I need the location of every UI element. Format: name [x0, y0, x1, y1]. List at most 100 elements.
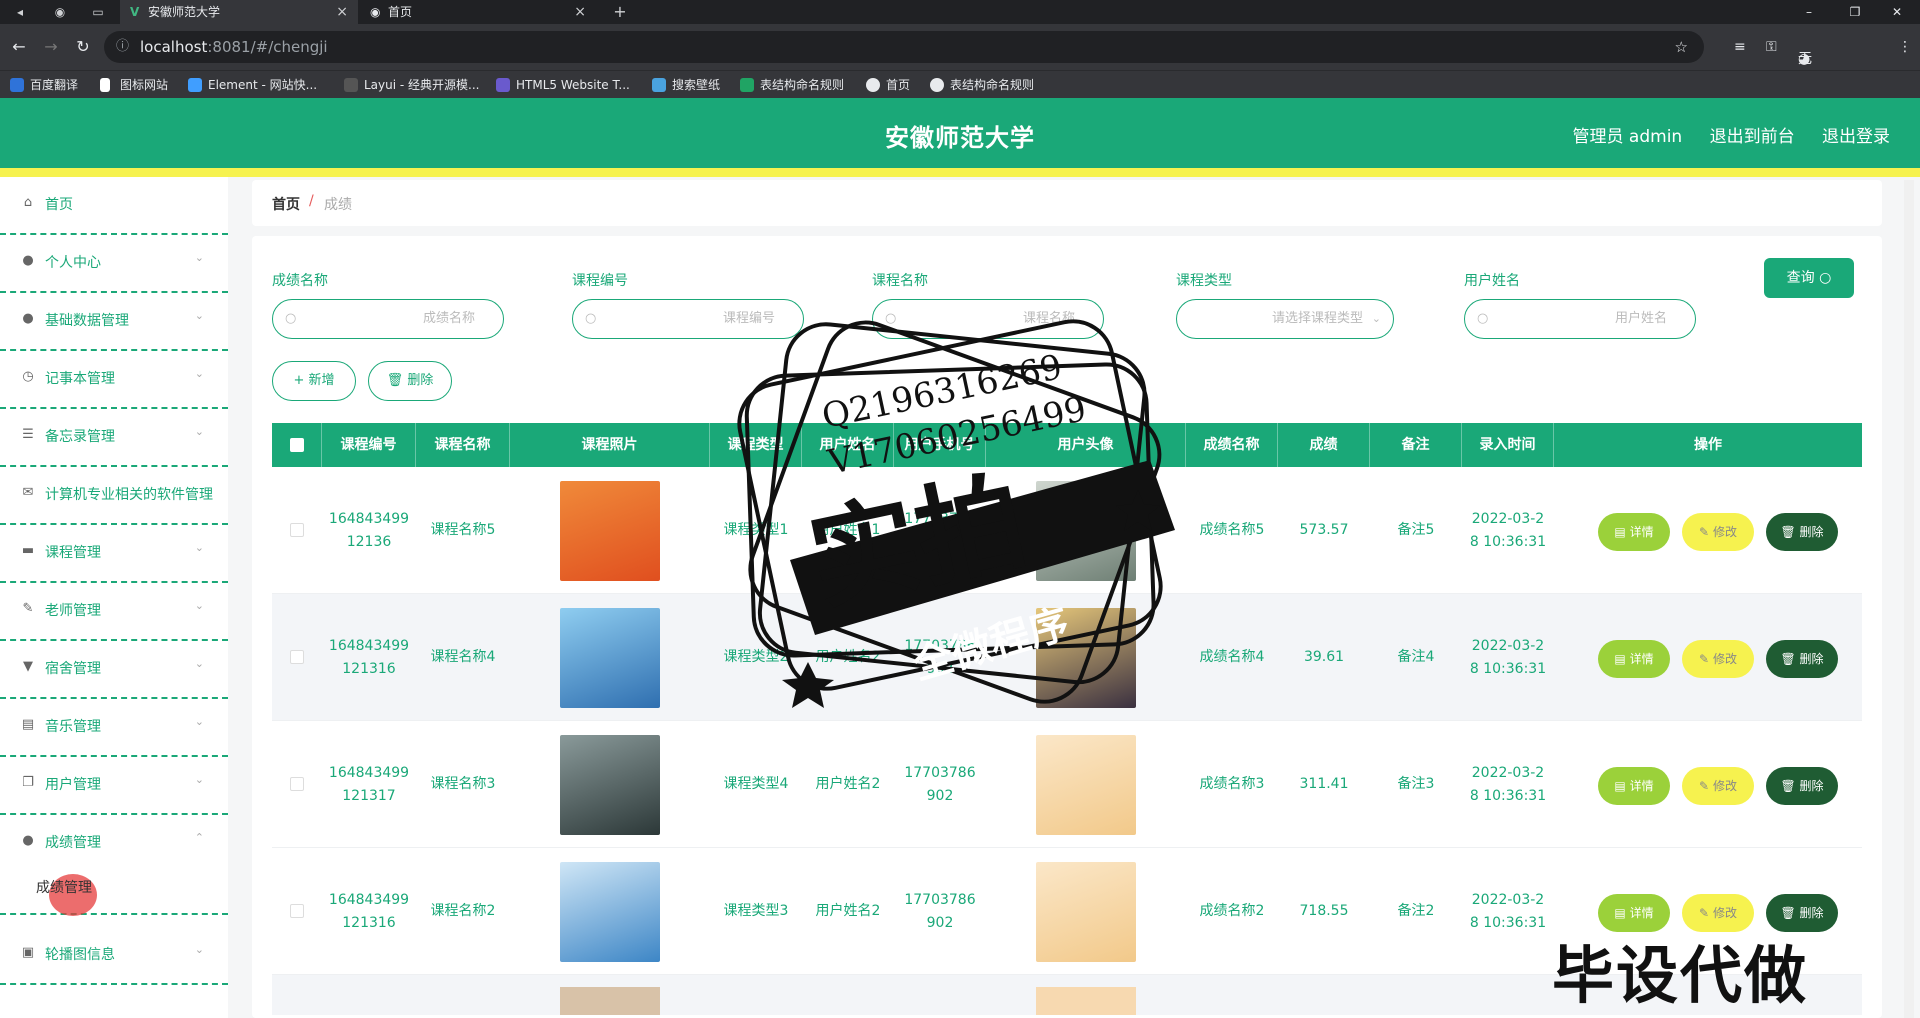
user-avatar[interactable] [1036, 480, 1136, 581]
col-header: 课程名称 [416, 423, 510, 467]
detail-button[interactable]: ▤ 详情 [1598, 640, 1670, 678]
user-avatar[interactable] [1036, 734, 1136, 835]
note-cell: 备注4 [1397, 649, 1435, 665]
course-code-input[interactable]: ○ 课程编号 [572, 299, 804, 339]
user-phone-cell: 17703786 902 [904, 764, 976, 804]
course-photo[interactable] [560, 480, 660, 581]
bookmark-item[interactable]: Layui - 经典开源模... [344, 76, 479, 94]
filter-label: 课程名称 [872, 273, 928, 289]
trophy-icon: ▼ [23, 659, 33, 674]
detail-button[interactable]: ▤ 详情 [1598, 513, 1670, 551]
watermark-bottom: 毕设代做 [1552, 939, 1809, 1012]
course-type-select[interactable]: 请选择课程类型 ⌄ [1176, 299, 1394, 339]
detail-button[interactable]: ▤ 详情 [1598, 767, 1670, 805]
table-row: 164843499 12136 课程名称5 课程类型1 用户姓名1 177037… [272, 467, 1862, 594]
bookmark-item[interactable]: 搜索壁纸 [652, 76, 720, 94]
minimize-button[interactable]: – [1786, 0, 1832, 24]
translate-icon [10, 78, 24, 92]
bookmark-item[interactable]: 百度翻译 [10, 76, 78, 94]
sidebar-item-software[interactable]: ✉ 计算机专业相关的软件管理 [0, 467, 228, 525]
grade-name-input[interactable]: ○ 成绩名称 [272, 299, 504, 339]
course-photo[interactable] [560, 987, 660, 1015]
course-photo[interactable] [560, 861, 660, 962]
row-checkbox[interactable] [290, 650, 304, 664]
playlist-icon[interactable]: ≡ [1734, 36, 1746, 58]
sidebar-item-course[interactable]: ▬ 课程管理 ⌄ [0, 525, 228, 583]
detail-icon: ▤ [1614, 906, 1626, 920]
back-icon[interactable]: ← [8, 36, 30, 58]
close-icon[interactable]: × [574, 0, 586, 24]
new-tab-button[interactable]: + [612, 4, 628, 20]
sidebar-item-dorm[interactable]: ▼ 宿舍管理 ⌄ [0, 641, 228, 699]
row-checkbox[interactable] [290, 523, 304, 537]
address-bar[interactable]: ⓘ localhost:8081/#/chengji ☆ [104, 31, 1704, 63]
sidebar-item-memo[interactable]: ☰ 备忘录管理 ⌄ [0, 409, 228, 467]
scrollbar[interactable] [1904, 180, 1914, 1018]
logout-link[interactable]: 退出登录 [1822, 127, 1890, 147]
row-check-cell [272, 721, 322, 848]
course-type-cell: 课程类型4 [723, 776, 789, 792]
select-all-checkbox[interactable] [290, 438, 304, 452]
sidebar-item-carousel[interactable]: ▣ 轮播图信息 ⌄ [0, 927, 228, 985]
grade-name-cell: 成绩名称4 [1199, 649, 1265, 665]
delete-button[interactable]: 🗑 删除 [1766, 767, 1838, 805]
sidebar-item-grades[interactable]: ● 成绩管理 ⌃ [0, 815, 228, 873]
sidebar-item-notebook[interactable]: ◷ 记事本管理 ⌄ [0, 351, 228, 409]
edit-button[interactable]: ✎ 修改 [1682, 640, 1754, 678]
table-row: 164843499 121317 课程名称3 课程类型4 用户姓名2 17703… [272, 721, 1862, 848]
add-button[interactable]: + 新增 [272, 361, 356, 401]
sidebar-item-teacher[interactable]: ✎ 老师管理 ⌄ [0, 583, 228, 641]
globe-icon[interactable]: ◉ [52, 4, 68, 20]
bookmark-item[interactable]: Element - 网站快... [188, 76, 317, 94]
row-checkbox[interactable] [290, 904, 304, 918]
bookmark-item[interactable]: 图标网站 [100, 76, 168, 94]
close-icon[interactable]: × [336, 0, 348, 24]
sidebar-subitem-grades[interactable]: 成绩管理 [36, 877, 92, 897]
breadcrumb-separator: / [309, 193, 314, 209]
delete-button[interactable]: 🗑 删除 [1766, 640, 1838, 678]
course-name-cell: 课程名称3 [430, 776, 496, 792]
maximize-button[interactable]: ❐ [1832, 0, 1878, 24]
row-checkbox[interactable] [290, 777, 304, 791]
chevron-down-icon: ⌄ [194, 367, 204, 380]
sidebar-item-music[interactable]: ▤ 音乐管理 ⌄ [0, 699, 228, 757]
bookmark-item[interactable]: 首页 [866, 76, 910, 94]
breadcrumb-current: 成绩 [324, 197, 352, 213]
clock-icon: ◷ [22, 369, 34, 384]
user-avatar[interactable] [1036, 861, 1136, 962]
admin-label: 管理员 admin [1572, 127, 1683, 147]
course-name-input[interactable]: ○ 课程名称 [872, 299, 1104, 339]
query-button[interactable]: 查询 ○ [1764, 258, 1854, 298]
sidebar-item-home[interactable]: ⌂ 首页 [0, 177, 228, 235]
window-icon[interactable]: ▭ [90, 4, 106, 20]
user-name-input[interactable]: ○ 用户姓名 [1464, 299, 1696, 339]
reload-icon[interactable]: ↻ [72, 36, 94, 58]
course-photo[interactable] [560, 607, 660, 708]
breadcrumb-home[interactable]: 首页 [272, 194, 300, 214]
user-avatar[interactable] [1036, 987, 1136, 1015]
to-front-link[interactable]: 退出到前台 [1710, 127, 1795, 147]
sidebar-item-basic-data[interactable]: ● 基础数据管理 ⌄ [0, 293, 228, 351]
bookmark-star-icon[interactable]: ☆ [1675, 31, 1688, 63]
close-window-button[interactable]: ✕ [1874, 0, 1920, 24]
sidebar-item-users[interactable]: ❐ 用户管理 ⌄ [0, 757, 228, 815]
batch-delete-button[interactable]: 🗑 删除 [368, 361, 452, 401]
bookmark-item[interactable]: HTML5 Website T... [496, 76, 630, 94]
edit-button[interactable]: ✎ 修改 [1682, 767, 1754, 805]
bookmark-item[interactable]: 表结构命名规则 [930, 76, 1034, 94]
sidebar-item-profile[interactable]: ● 个人中心 ⌄ [0, 235, 228, 293]
course-photo[interactable] [560, 734, 660, 835]
time-cell: 2022-03-2 8 10:36:31 [1469, 637, 1547, 677]
search-icon: ○ [1819, 270, 1832, 286]
forward-icon[interactable]: → [40, 36, 62, 58]
delete-button[interactable]: 🗑 删除 [1766, 513, 1838, 551]
tab-app[interactable]: V 安徽师范大学 × [120, 0, 358, 24]
menu-icon[interactable]: ⋮ [1898, 36, 1912, 58]
speaker-icon[interactable]: ◂ [12, 4, 28, 20]
bookmark-item[interactable]: 表结构命名规则 [740, 76, 844, 94]
edit-button[interactable]: ✎ 修改 [1682, 513, 1754, 551]
chevron-down-icon: ⌄ [194, 541, 204, 554]
chevron-down-icon: ⌄ [1371, 312, 1381, 325]
tab-home[interactable]: ◉ 首页 × [360, 0, 596, 24]
key-icon[interactable]: ⚿ [1766, 36, 1777, 58]
